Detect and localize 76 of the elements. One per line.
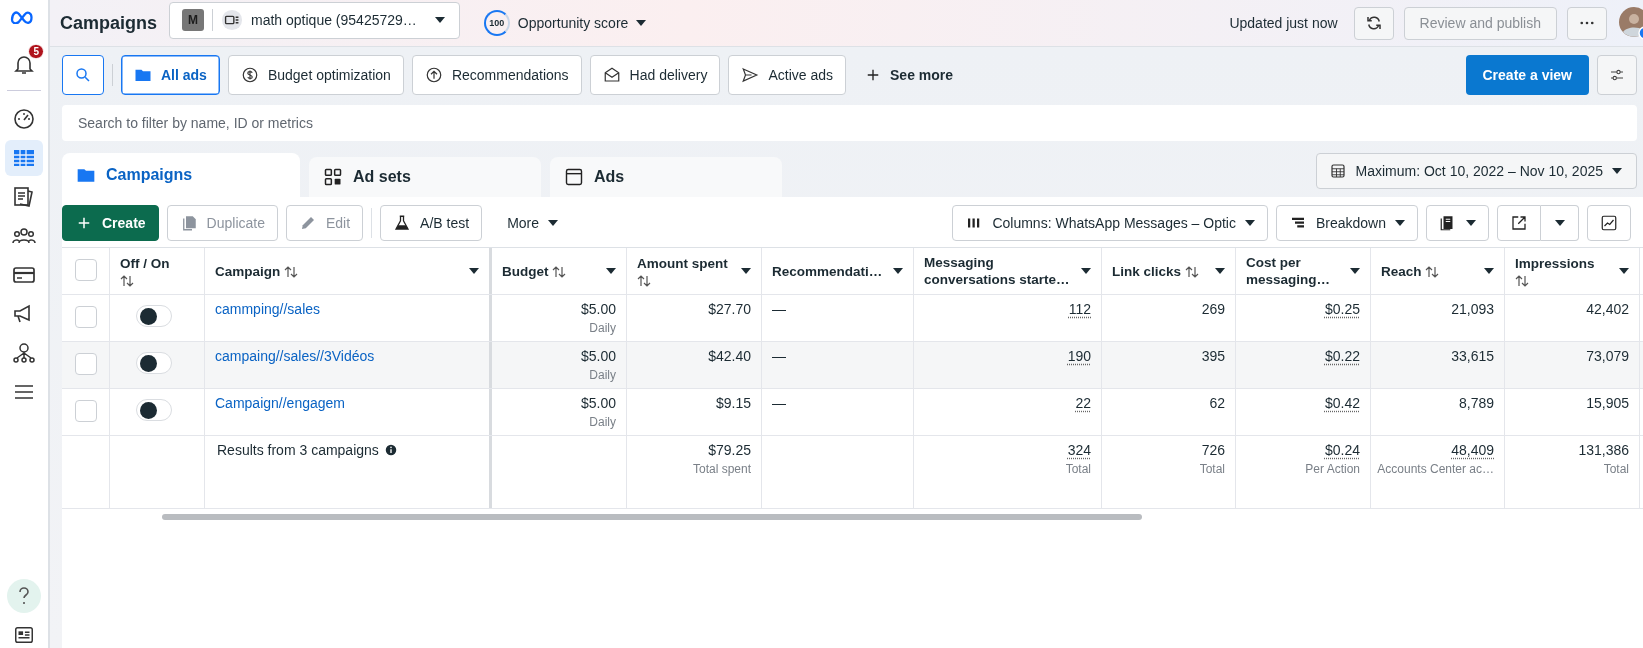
table-cell: $27.70 — [708, 301, 751, 317]
page-title: Campaigns — [60, 12, 158, 34]
total-value: 324 — [1067, 442, 1091, 458]
level-tab[interactable]: Ad sets — [309, 157, 541, 197]
columns-button[interactable]: Columns: WhatsApp Messages – Optic — [952, 205, 1268, 241]
date-range-picker[interactable]: Maximum: Oct 10, 2022 – Nov 10, 2025 — [1315, 153, 1637, 189]
table-cell: $0.42 — [1324, 395, 1360, 411]
column-header[interactable]: Recommendati… — [772, 262, 883, 280]
results-summary: Results from 3 campaigns — [217, 442, 379, 458]
filter-chip[interactable]: All ads — [121, 55, 220, 95]
filter-chip[interactable]: Had delivery — [589, 55, 721, 95]
notification-badge: 5 — [28, 44, 44, 59]
total-value: $79.25 — [708, 442, 751, 458]
filter-chip[interactable]: Active ads — [728, 55, 847, 95]
cell-note: Total spent — [692, 462, 751, 476]
see-more-button[interactable]: See more — [854, 66, 964, 84]
table-cell: $5.00 — [580, 395, 616, 411]
total-value: 131,386 — [1578, 442, 1629, 458]
column-header[interactable]: Amount spent — [637, 255, 728, 272]
search-field[interactable]: Search to filter by name, ID or metrics — [62, 105, 1637, 141]
total-value: $0.24 — [1324, 442, 1360, 458]
campaign-link[interactable]: cammping//sales — [215, 301, 321, 335]
table-cell: 269 — [1201, 301, 1225, 317]
level-tab[interactable]: Campaigns — [62, 153, 300, 197]
cell-note: Per Action — [1305, 462, 1360, 476]
cell-note: Daily — [589, 415, 616, 429]
table-cell: 33,615 — [1451, 348, 1494, 364]
filter-chip[interactable]: Recommendations — [411, 55, 582, 95]
filter-chip[interactable]: Budget optimization — [227, 55, 404, 95]
table-cell: $42.40 — [708, 348, 751, 364]
breakdown-button[interactable]: Breakdown — [1275, 205, 1418, 241]
opportunity-score-button[interactable]: 100 Opportunity score — [477, 9, 653, 37]
cell-note: Total — [1603, 462, 1629, 476]
toolbar-button[interactable]: A/B test — [380, 205, 483, 241]
account-selector[interactable]: M math optique (95425729… — [169, 1, 460, 39]
column-header[interactable]: Cost per messaging… — [1246, 254, 1344, 288]
table-cell: $5.00 — [580, 348, 616, 364]
table-cell: $9.15 — [715, 395, 751, 411]
column-header[interactable]: Off / On — [120, 255, 170, 272]
cell-note: Accounts Center ac… — [1377, 462, 1494, 476]
account-avatar: M — [182, 9, 205, 31]
table-cell: 73,079 — [1586, 348, 1629, 364]
column-header[interactable]: Link clicks — [1112, 262, 1185, 280]
toolbar-button[interactable]: Create — [62, 205, 159, 241]
table-cell: $0.22 — [1324, 348, 1360, 364]
cell-note: Total — [1199, 462, 1225, 476]
cell-note: Daily — [589, 321, 616, 335]
level-tab[interactable]: Ads — [550, 157, 782, 197]
create-view-button[interactable]: Create a view — [1465, 55, 1589, 95]
table-cell: 22 — [1075, 395, 1091, 411]
table-cell: — — [772, 395, 786, 411]
table-cell: 62 — [1209, 395, 1225, 411]
table-cell: 8,789 — [1458, 395, 1494, 411]
table-cell: $0.25 — [1324, 301, 1360, 317]
table-cell: 42,402 — [1586, 301, 1629, 317]
table-cell: 190 — [1067, 348, 1091, 364]
table-cell: — — [772, 301, 786, 317]
column-header[interactable]: Campaign — [215, 262, 285, 280]
table-cell: 395 — [1201, 348, 1225, 364]
table-cell: 15,905 — [1586, 395, 1629, 411]
cell-note: Total — [1065, 462, 1091, 476]
total-value: 726 — [1201, 442, 1225, 458]
column-header[interactable]: Impressions — [1515, 255, 1595, 272]
update-status: Updated just now — [1229, 15, 1338, 31]
column-header[interactable]: Messaging conversations starte… — [924, 254, 1075, 288]
table-cell: 112 — [1068, 301, 1091, 317]
table-cell: 21,093 — [1451, 301, 1494, 317]
campaign-link[interactable]: campaing//sales//3Vidéos — [215, 348, 375, 382]
column-header[interactable]: Budget — [502, 262, 553, 280]
score-ring: 100 — [483, 10, 510, 36]
campaign-link[interactable]: Campaign//engagem — [215, 395, 345, 429]
cell-note: Daily — [589, 368, 616, 382]
table-cell: $5.00 — [580, 301, 616, 317]
table-cell: — — [772, 348, 786, 364]
total-value: 48,409 — [1451, 442, 1494, 458]
column-header[interactable]: Reach — [1381, 262, 1426, 280]
